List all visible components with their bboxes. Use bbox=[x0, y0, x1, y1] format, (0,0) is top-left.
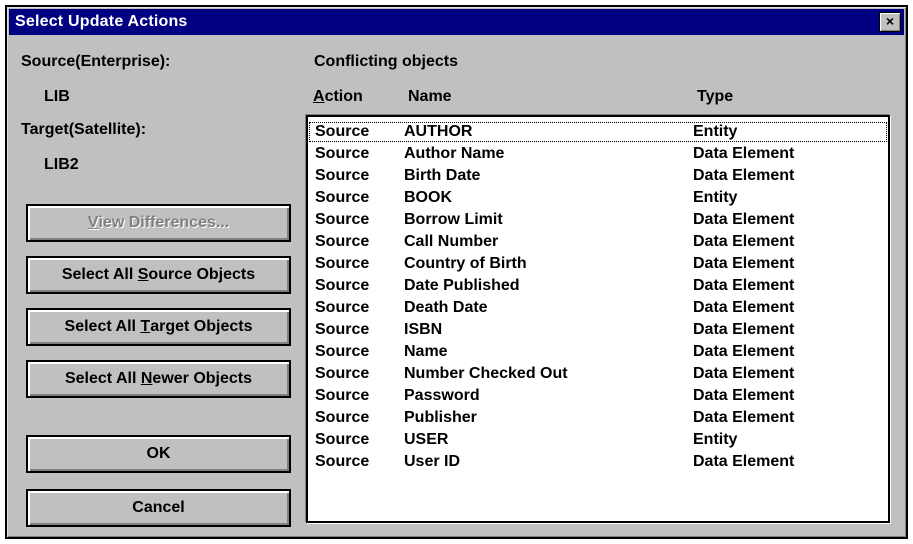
row-name: BOOK bbox=[404, 189, 452, 206]
row-type: Data Element bbox=[693, 387, 795, 404]
list-row[interactable]: Source Name Data Element bbox=[308, 341, 888, 363]
select-all-source-objects-button[interactable]: Select All Source Objects bbox=[26, 256, 291, 294]
list-row[interactable]: Source BOOK Entity bbox=[308, 187, 888, 209]
row-action: Source bbox=[315, 453, 370, 470]
row-name: User ID bbox=[404, 453, 461, 470]
conflicting-objects-heading: Conflicting objects bbox=[314, 53, 458, 70]
row-name: Number Checked Out bbox=[404, 365, 568, 382]
row-action: Source bbox=[315, 321, 370, 338]
list-row[interactable]: Source Country of Birth Data Element bbox=[308, 253, 888, 275]
row-action: Source bbox=[315, 233, 370, 250]
row-type: Entity bbox=[693, 189, 738, 206]
select-all-target-objects-button[interactable]: Select All Target Objects bbox=[26, 308, 291, 346]
close-icon: × bbox=[885, 13, 895, 29]
row-name: Publisher bbox=[404, 409, 477, 426]
row-type: Data Element bbox=[693, 453, 795, 470]
column-header-action[interactable]: Action bbox=[313, 88, 363, 106]
row-type: Entity bbox=[693, 123, 738, 140]
close-button[interactable]: × bbox=[879, 12, 901, 32]
window-title: Select Update Actions bbox=[15, 13, 188, 30]
row-action: Source bbox=[315, 343, 370, 360]
list-row[interactable]: Source Borrow Limit Data Element bbox=[308, 209, 888, 231]
row-type: Entity bbox=[693, 431, 738, 448]
row-action: Source bbox=[315, 123, 370, 140]
row-type: Data Element bbox=[693, 299, 795, 316]
list-row[interactable]: Source Death Date Data Element bbox=[308, 297, 888, 319]
source-label: Source(Enterprise): bbox=[21, 53, 171, 70]
list-row[interactable]: Source Publisher Data Element bbox=[308, 407, 888, 429]
column-header-type[interactable]: Type bbox=[697, 88, 733, 106]
conflicting-objects-list[interactable]: Source AUTHOR Entity Source Author Name Data … bbox=[306, 115, 890, 523]
title-bar[interactable]: Select Update Actions × bbox=[9, 9, 904, 35]
row-name: Borrow Limit bbox=[404, 211, 503, 228]
list-row[interactable]: Source Number Checked Out Data Element bbox=[308, 363, 888, 385]
row-action: Source bbox=[315, 431, 370, 448]
view-differences-button[interactable]: View Differences... bbox=[26, 204, 291, 242]
row-action: Source bbox=[315, 189, 370, 206]
list-row[interactable]: Source Date Published Data Element bbox=[308, 275, 888, 297]
list-row[interactable]: Source AUTHOR Entity bbox=[308, 121, 888, 143]
row-name: Death Date bbox=[404, 299, 488, 316]
row-name: Author Name bbox=[404, 145, 505, 162]
list-row[interactable]: Source User ID Data Element bbox=[308, 451, 888, 473]
row-type: Data Element bbox=[693, 343, 795, 360]
list-row[interactable]: Source Birth Date Data Element bbox=[308, 165, 888, 187]
row-action: Source bbox=[315, 387, 370, 404]
row-action: Source bbox=[315, 277, 370, 294]
row-type: Data Element bbox=[693, 277, 795, 294]
target-value: LIB2 bbox=[44, 156, 79, 173]
row-action: Source bbox=[315, 145, 370, 162]
row-action: Source bbox=[315, 365, 370, 382]
row-name: USER bbox=[404, 431, 449, 448]
list-row[interactable]: Source ISBN Data Element bbox=[308, 319, 888, 341]
ok-button[interactable]: OK bbox=[26, 435, 291, 473]
row-action: Source bbox=[315, 299, 370, 316]
list-row[interactable]: Source Password Data Element bbox=[308, 385, 888, 407]
row-name: Country of Birth bbox=[404, 255, 527, 272]
row-type: Data Element bbox=[693, 211, 795, 228]
row-action: Source bbox=[315, 167, 370, 184]
target-label: Target(Satellite): bbox=[21, 121, 147, 138]
row-action: Source bbox=[315, 255, 370, 272]
row-type: Data Element bbox=[693, 145, 795, 162]
row-name: Call Number bbox=[404, 233, 499, 250]
row-name: Password bbox=[404, 387, 480, 404]
row-type: Data Element bbox=[693, 167, 795, 184]
row-name: Date Published bbox=[404, 277, 520, 294]
source-value: LIB bbox=[44, 88, 70, 105]
row-type: Data Element bbox=[693, 321, 795, 338]
row-type: Data Element bbox=[693, 255, 795, 272]
row-name: ISBN bbox=[404, 321, 443, 338]
row-type: Data Element bbox=[693, 233, 795, 250]
list-row[interactable]: Source USER Entity bbox=[308, 429, 888, 451]
row-type: Data Element bbox=[693, 365, 795, 382]
row-name: Birth Date bbox=[404, 167, 481, 184]
row-type: Data Element bbox=[693, 409, 795, 426]
list-row[interactable]: Source Call Number Data Element bbox=[308, 231, 888, 253]
list-row[interactable]: Source Author Name Data Element bbox=[308, 143, 888, 165]
cancel-button[interactable]: Cancel bbox=[26, 489, 291, 527]
row-action: Source bbox=[315, 211, 370, 228]
row-action: Source bbox=[315, 409, 370, 426]
column-header-name[interactable]: Name bbox=[408, 88, 452, 106]
row-name: Name bbox=[404, 343, 448, 360]
select-all-newer-objects-button[interactable]: Select All Newer Objects bbox=[26, 360, 291, 398]
row-name: AUTHOR bbox=[404, 123, 473, 140]
